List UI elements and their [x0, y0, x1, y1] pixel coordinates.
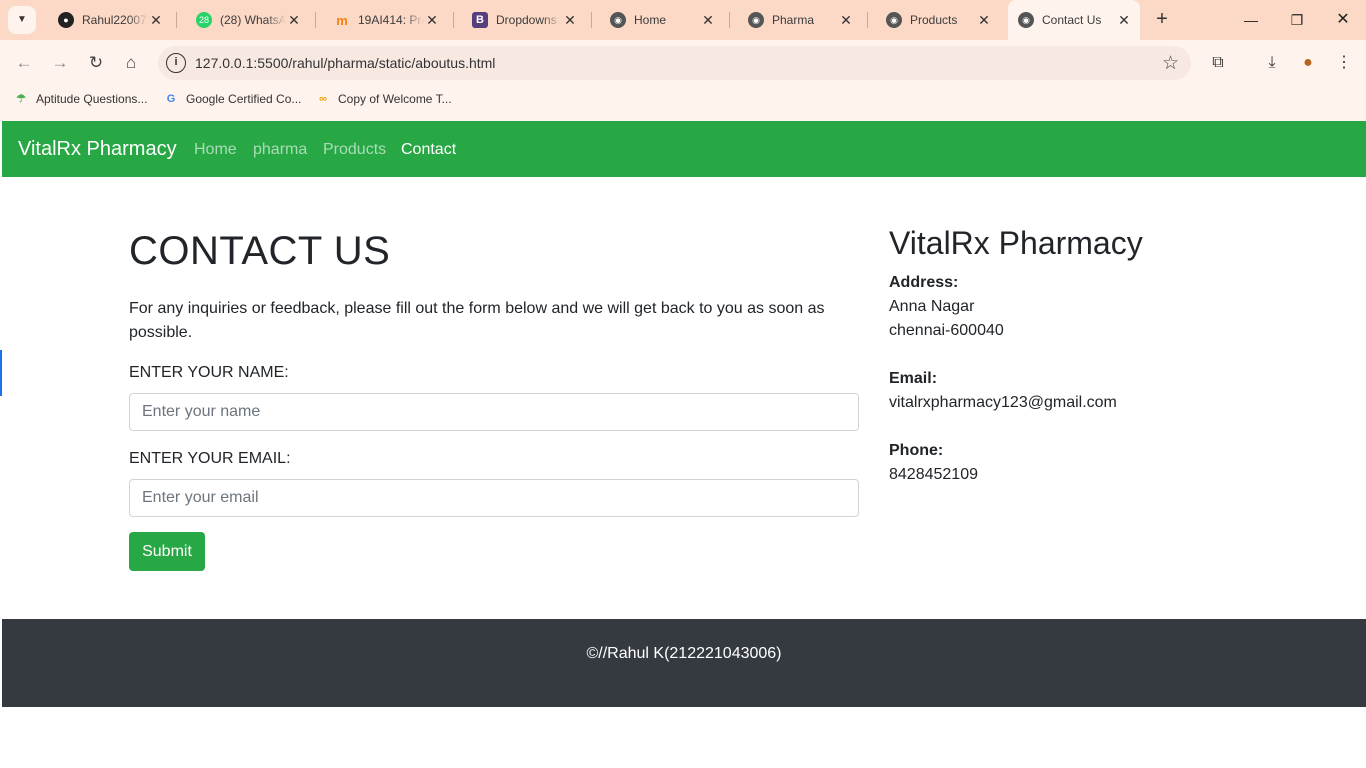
footer-text: ©//Rahul K(212221043006) [586, 645, 782, 662]
close-icon[interactable]: ✕ [700, 12, 716, 28]
tab-title: Pharma [772, 13, 815, 27]
moodle-icon: m [336, 12, 348, 28]
site-info-icon[interactable]: i [166, 53, 186, 73]
contact-email: vitalrxpharmacy123@gmail.com [889, 394, 1117, 411]
submit-button[interactable]: Submit [129, 532, 205, 571]
download-icon[interactable]: ⤓ [1258, 49, 1286, 77]
url-text[interactable]: 127.0.0.1:5500/rahul/pharma/static/about… [195, 55, 495, 71]
bookmark-label: Google Certified Co... [186, 92, 302, 106]
bookmarks-bar: ☂ Aptitude Questions... G Google Certifi… [0, 86, 1366, 114]
tab-products[interactable]: ◉ Products ✕ [868, 0, 1004, 40]
home-button[interactable]: ⌂ [117, 49, 145, 77]
tab-contact-us[interactable]: ◉ Contact Us ✕ [1008, 0, 1140, 40]
menu-icon[interactable]: ⋮ [1330, 49, 1358, 77]
google-icon: G [166, 93, 176, 105]
tab-title: Products [910, 13, 958, 27]
close-icon[interactable]: ✕ [976, 12, 992, 28]
infinity-icon: ∞ [319, 93, 327, 105]
tab-title: Rahul220078 [82, 13, 148, 27]
site-navbar: VitalRx Pharmacy Home pharma Products Co… [2, 121, 1366, 177]
tab-whatsapp[interactable]: 28 (28) WhatsApp ✕ [178, 0, 314, 40]
bookmark-label: Copy of Welcome T... [338, 92, 452, 106]
tab-home[interactable]: ◉ Home ✕ [592, 0, 728, 40]
forward-button[interactable]: → [46, 49, 74, 77]
browser-chrome: ▼ ● Rahul220078 ✕ 28 (28) WhatsApp ✕ m 1… [0, 0, 1366, 121]
phone-heading: Phone: [889, 442, 944, 459]
email-heading: Email: [889, 370, 938, 387]
new-tab-button[interactable]: + [1150, 8, 1174, 32]
close-icon[interactable]: ✕ [148, 12, 164, 28]
globe-icon: ◉ [610, 12, 626, 28]
name-label: ENTER YOUR NAME: [129, 364, 289, 381]
tab-title: Contact Us [1042, 13, 1102, 27]
extensions-icon[interactable]: ⧉ [1204, 49, 1232, 77]
close-icon[interactable]: ✕ [562, 12, 578, 28]
nav-link-pharma[interactable]: pharma [253, 141, 307, 159]
email-input[interactable] [129, 479, 859, 517]
tab-title: 19AI414: Pro [358, 13, 424, 27]
intro-text: For any inquiries or feedback, please fi… [129, 300, 825, 341]
tab-title: (28) WhatsApp [220, 13, 286, 27]
reload-button[interactable]: ↻ [82, 49, 110, 77]
nav-link-home[interactable]: Home [194, 141, 237, 159]
browser-toolbar: ← → ↻ ⌂ i 127.0.0.1:5500/rahul/pharma/st… [0, 40, 1366, 86]
tab-moodle[interactable]: m 19AI414: Pro ✕ [316, 0, 452, 40]
bookmark-copy-welcome[interactable]: ∞ Copy of Welcome T... [316, 92, 452, 106]
page-title: CONTACT US [129, 229, 391, 273]
nav-link-products[interactable]: Products [323, 141, 386, 159]
bootstrap-icon: B [472, 12, 488, 28]
github-icon: ● [58, 12, 74, 28]
close-icon[interactable]: ✕ [286, 12, 302, 28]
close-icon[interactable]: ✕ [838, 12, 854, 28]
profile-avatar[interactable]: ● [1294, 49, 1322, 77]
close-icon[interactable]: ✕ [424, 12, 440, 28]
name-input[interactable] [129, 393, 859, 431]
tab-title: Home [634, 13, 667, 27]
sidebar-title: VitalRx Pharmacy [889, 225, 1143, 261]
bookmark-aptitude[interactable]: ☂ Aptitude Questions... [14, 92, 147, 106]
navbar-brand[interactable]: VitalRx Pharmacy [18, 138, 177, 161]
bookmark-star-icon[interactable]: ☆ [1162, 52, 1179, 75]
back-button[interactable]: ← [10, 49, 38, 77]
address-bar[interactable]: i 127.0.0.1:5500/rahul/pharma/static/abo… [158, 46, 1191, 80]
whatsapp-icon: 28 [196, 12, 212, 28]
web-page: VitalRx Pharmacy Home pharma Products Co… [2, 121, 1366, 768]
tab-title: Dropdowns [496, 13, 557, 27]
site-footer: ©//Rahul K(212221043006) [2, 619, 1366, 707]
address-line2: chennai-600040 [889, 322, 1004, 339]
close-window-button[interactable]: ✕ [1320, 0, 1366, 40]
restore-button[interactable]: ❐ [1274, 0, 1320, 40]
umbrella-icon: ☂ [16, 93, 26, 105]
address-line1: Anna Nagar [889, 298, 975, 315]
minimize-button[interactable]: — [1228, 0, 1274, 40]
tab-bootstrap[interactable]: B Dropdowns ✕ [454, 0, 590, 40]
bookmark-google-certified[interactable]: G Google Certified Co... [164, 92, 302, 106]
contact-phone: 8428452109 [889, 466, 978, 483]
close-icon[interactable]: ✕ [1116, 12, 1132, 28]
tab-search-button[interactable]: ▼ [8, 6, 36, 34]
nav-link-contact[interactable]: Contact [401, 141, 456, 159]
tab-strip: ▼ ● Rahul220078 ✕ 28 (28) WhatsApp ✕ m 1… [0, 0, 1366, 40]
globe-icon: ◉ [886, 12, 902, 28]
tab-github[interactable]: ● Rahul220078 ✕ [40, 0, 176, 40]
globe-icon: ◉ [748, 12, 764, 28]
globe-icon: ◉ [1018, 12, 1034, 28]
tab-pharma[interactable]: ◉ Pharma ✕ [730, 0, 866, 40]
email-label: ENTER YOUR EMAIL: [129, 450, 291, 467]
bookmark-label: Aptitude Questions... [36, 92, 148, 106]
address-label: Address: [889, 274, 959, 291]
